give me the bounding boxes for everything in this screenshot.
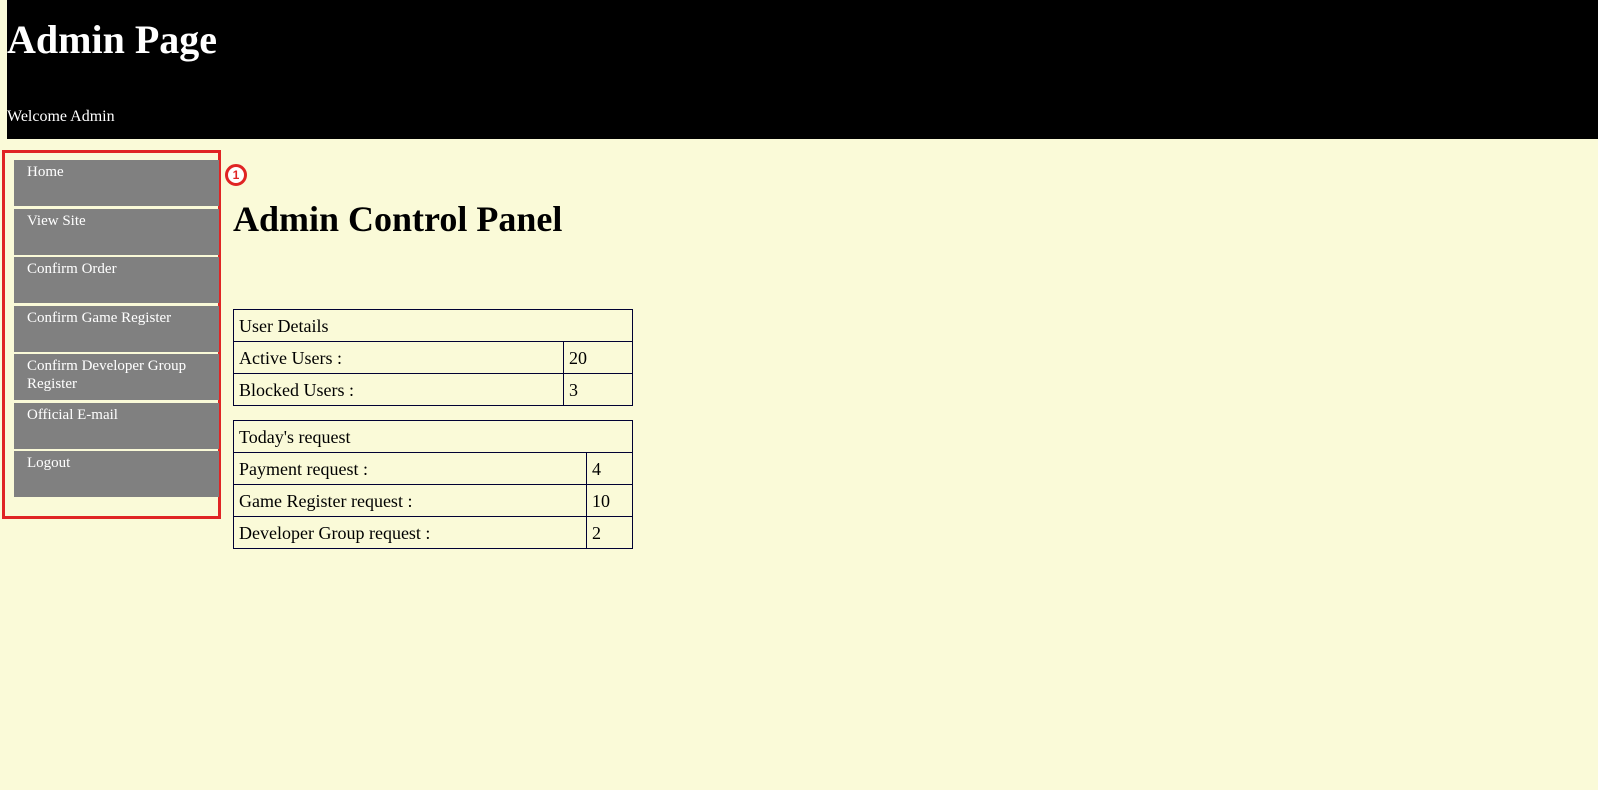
sidebar-item-label: Confirm Developer Group Register (27, 358, 187, 392)
table-label-cell: Developer Group request : (233, 516, 587, 549)
page-header: Admin Page Welcome Admin (7, 0, 1598, 139)
sidebar-item-label: Confirm Order (27, 261, 117, 277)
sidebar-item-home[interactable]: Home (14, 160, 219, 206)
welcome-text: Welcome Admin (7, 108, 115, 125)
table-label-cell: Active Users : (233, 341, 564, 374)
table-value-cell: 2 (586, 516, 633, 549)
table-row: Today's request (233, 420, 633, 453)
table-row: User Details (233, 309, 633, 342)
table-row: Active Users : 20 (233, 341, 633, 374)
table-value-cell: 10 (586, 484, 633, 517)
table-row: Payment request : 4 (233, 452, 633, 485)
user-details-table: User Details Active Users : 20 Blocked U… (233, 309, 633, 406)
sidebar-item-logout[interactable]: Logout (14, 451, 219, 497)
table-row: Developer Group request : 2 (233, 516, 633, 549)
table-label-cell: Payment request : (233, 452, 587, 485)
table-header-cell: Today's request (233, 420, 633, 453)
table-row: Blocked Users : 3 (233, 373, 633, 406)
sidebar-item-label: View Site (27, 213, 86, 229)
sidebar-item-label: Home (27, 164, 64, 180)
table-header-cell: User Details (233, 309, 633, 342)
page-title: Admin Page (7, 17, 217, 62)
panel-title: Admin Control Panel (233, 195, 562, 243)
sidebar-item-confirm-order[interactable]: Confirm Order (14, 257, 219, 303)
sidebar-nav: Home View Site Confirm Order Confirm Gam… (2, 150, 221, 519)
table-label-cell: Game Register request : (233, 484, 587, 517)
sidebar-item-confirm-developer-group-register[interactable]: Confirm Developer Group Register (14, 354, 219, 400)
annotation-marker: 1 (225, 164, 247, 186)
table-row: Game Register request : 10 (233, 484, 633, 517)
table-value-cell: 3 (563, 373, 633, 406)
sidebar-item-label: Official E-mail (27, 407, 118, 423)
sidebar-item-label: Logout (27, 455, 71, 471)
table-value-cell: 4 (586, 452, 633, 485)
sidebar-item-view-site[interactable]: View Site (14, 209, 219, 255)
sidebar-item-official-email[interactable]: Official E-mail (14, 403, 219, 449)
table-value-cell: 20 (563, 341, 633, 374)
sidebar-item-label: Confirm Game Register (27, 310, 172, 326)
todays-request-table: Today's request Payment request : 4 Game… (233, 420, 633, 549)
panel-title-text: Admin Control Panel (233, 199, 563, 239)
sidebar-item-confirm-game-register[interactable]: Confirm Game Register (14, 306, 219, 352)
table-label-cell: Blocked Users : (233, 373, 564, 406)
